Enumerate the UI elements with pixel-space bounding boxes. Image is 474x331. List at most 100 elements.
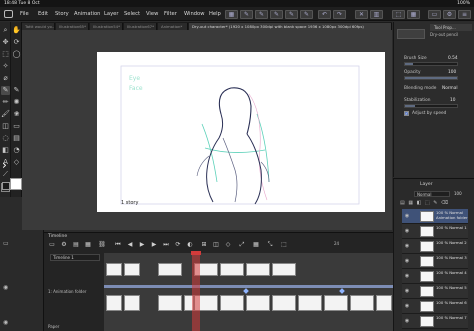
command-folder-icon[interactable]: ▭ — [428, 10, 441, 19]
menu-filter[interactable]: Filter — [164, 7, 177, 21]
select-tool-icon[interactable]: ⬚ — [1, 50, 10, 59]
timeline-cel[interactable] — [220, 295, 244, 311]
timeline-lock-icon[interactable]: ▭ — [3, 240, 9, 247]
timeline-cel[interactable] — [158, 263, 182, 276]
tab-document-active[interactable]: Dry-out character* (1920 x 1080px 300dpi… — [189, 23, 392, 30]
layer-row[interactable]: ◉ 100 % Normal 4 — [402, 269, 468, 284]
menu-help[interactable]: Help — [209, 7, 221, 21]
sub-color-chip[interactable] — [2, 182, 10, 190]
shape-tool-icon[interactable]: ◇ — [12, 158, 21, 167]
menu-file[interactable]: File — [20, 7, 29, 21]
timeline-cel[interactable] — [124, 295, 140, 311]
stabilization-slider[interactable] — [404, 104, 458, 108]
timeline-cel-icon[interactable]: ▦ — [84, 241, 92, 249]
tab-document-4[interactable]: Illustration67* — [124, 23, 157, 30]
keyframe-icon[interactable]: ◇ — [224, 241, 232, 249]
brush-tool-icon[interactable]: 🖌 — [1, 110, 10, 119]
prev-frame-icon[interactable]: ◀ — [126, 241, 134, 249]
fill-tool-icon[interactable]: ◧ — [1, 146, 10, 155]
app-logo-icon[interactable] — [4, 10, 13, 18]
timeline-fit-icon[interactable]: ⬚ — [280, 241, 288, 249]
command-pen-icon[interactable]: ✎ — [300, 10, 313, 19]
playhead-handle[interactable] — [191, 251, 201, 255]
layer-row[interactable]: ◉ 100 % Normal 3 — [402, 254, 468, 269]
layer-row[interactable]: ◉ 100 % Normal Animation folder — [402, 209, 468, 224]
timeline-cel[interactable] — [298, 295, 322, 311]
command-pen-icon[interactable]: ✎ — [270, 10, 283, 19]
paper-eye-icon[interactable]: ◉ — [3, 319, 8, 326]
move-tool-icon[interactable]: ✥ — [1, 38, 10, 47]
layer-row[interactable]: ◉ 100 % Normal 1 — [402, 224, 468, 239]
command-gear-icon[interactable]: ⚙ — [443, 10, 456, 19]
menu-window[interactable]: Window — [184, 7, 204, 21]
decoration-tool-icon[interactable]: ❀ — [12, 110, 21, 119]
command-menu-icon[interactable]: ≡ — [458, 10, 471, 19]
timeline-expand-icon[interactable]: ⤡ — [266, 241, 274, 249]
blend-tool-icon[interactable]: ◌ — [1, 134, 10, 143]
timeline-cel[interactable] — [272, 263, 296, 276]
timeline-cel[interactable] — [158, 295, 182, 311]
command-pen-icon[interactable]: ✎ — [255, 10, 268, 19]
menu-story[interactable]: Story — [55, 7, 69, 21]
tab-document-2[interactable]: Illustration65* — [56, 23, 89, 30]
layer-visibility-eye-icon[interactable]: ◉ — [404, 273, 410, 279]
adjust-speed-checkbox[interactable]: ✓ — [404, 111, 409, 116]
rotate-tool-icon[interactable]: ⟳ — [12, 38, 21, 47]
loop-icon[interactable]: ⟳ — [174, 241, 182, 249]
marker-tool-icon[interactable]: ✎ — [12, 86, 21, 95]
timeline-folder-icon[interactable]: ▤ — [72, 241, 80, 249]
balloon-tool-icon[interactable]: ◔ — [12, 146, 21, 155]
timeline-zoom-icon[interactable]: ⤢ — [238, 241, 246, 249]
timeline-name-select[interactable]: Timeline 1 — [50, 254, 100, 261]
tab-document-3[interactable]: Illustration54* — [90, 23, 123, 30]
layer-visibility-eye-icon[interactable]: ◉ — [404, 318, 410, 324]
last-frame-icon[interactable]: ⏭ — [162, 241, 170, 249]
figure-tool-icon[interactable]: ▭ — [12, 122, 21, 131]
timeline-cel[interactable] — [350, 295, 374, 311]
layer-opacity-value[interactable]: 100 — [454, 191, 462, 196]
panel-title[interactable]: Tool Prop... — [430, 24, 472, 31]
layer-row[interactable]: ◉ 100 % Normal 7 — [402, 314, 468, 329]
command-pen-icon[interactable]: ✎ — [240, 10, 253, 19]
timeline-cel[interactable] — [220, 263, 244, 276]
timeline-grid-icon[interactable]: ▦ — [252, 241, 260, 249]
timeline-cel[interactable] — [124, 263, 140, 276]
timeline-cel[interactable] — [246, 263, 270, 276]
gradient-tool-icon[interactable]: ▤ — [12, 134, 21, 143]
tab-document-1[interactable]: Tattt would yo... — [22, 23, 55, 30]
timeline-cel[interactable] — [246, 295, 270, 311]
layer-blend-mode-select[interactable]: Normal — [414, 191, 450, 197]
next-frame-icon[interactable]: ▶ — [150, 241, 158, 249]
layer-toolbar-icons[interactable]: ▤ ▦ ◧ ⬚ ✎ ⌫ — [400, 200, 470, 206]
add-cel-icon[interactable]: ⊞ — [200, 241, 208, 249]
playhead[interactable] — [192, 253, 200, 331]
opacity-slider[interactable] — [404, 76, 458, 80]
menu-layer[interactable]: Layer — [104, 7, 118, 21]
timeline-cel[interactable] — [106, 295, 122, 311]
layer-visibility-eye-icon[interactable]: ◉ — [404, 303, 410, 309]
track-label-animation[interactable]: 1: Animation folder — [48, 289, 86, 294]
eraser-tool-icon[interactable]: ◫ — [1, 122, 10, 131]
brush-size-slider[interactable] — [404, 62, 458, 66]
wand-tool-icon[interactable]: ✧ — [1, 62, 10, 71]
timeline-settings-icon[interactable]: ⚙ — [60, 241, 68, 249]
timeline-cel[interactable] — [324, 295, 348, 311]
layer-visibility-eye-icon[interactable]: ◉ — [404, 213, 410, 219]
command-clear-icon[interactable]: ✕ — [355, 10, 368, 19]
hand-tool-icon[interactable]: ✋ — [12, 26, 21, 35]
timeline-link-icon[interactable]: ⛓ — [98, 241, 106, 249]
command-redo-icon[interactable]: ↷ — [333, 10, 346, 19]
timeline-cel[interactable] — [106, 263, 122, 276]
command-fill-icon[interactable]: ▥ — [370, 10, 383, 19]
layer-row[interactable]: ◉ 100 % Normal 2 — [402, 239, 468, 254]
lasso-tool-icon[interactable]: ◯ — [12, 50, 21, 59]
timeline-eye-icon[interactable]: ◉ — [3, 284, 8, 291]
layer-row[interactable]: ◉ 100 % Normal 5 — [402, 284, 468, 299]
brush-preview[interactable] — [397, 29, 425, 39]
command-pen-icon[interactable]: ✎ — [285, 10, 298, 19]
eyedropper-tool-icon[interactable]: ⌀ — [1, 74, 10, 83]
light-table-icon[interactable]: ◫ — [212, 241, 220, 249]
timeline-cel[interactable] — [272, 295, 296, 311]
command-undo-icon[interactable]: ↶ — [318, 10, 331, 19]
pencil-tool-icon[interactable]: ✏ — [1, 98, 10, 107]
